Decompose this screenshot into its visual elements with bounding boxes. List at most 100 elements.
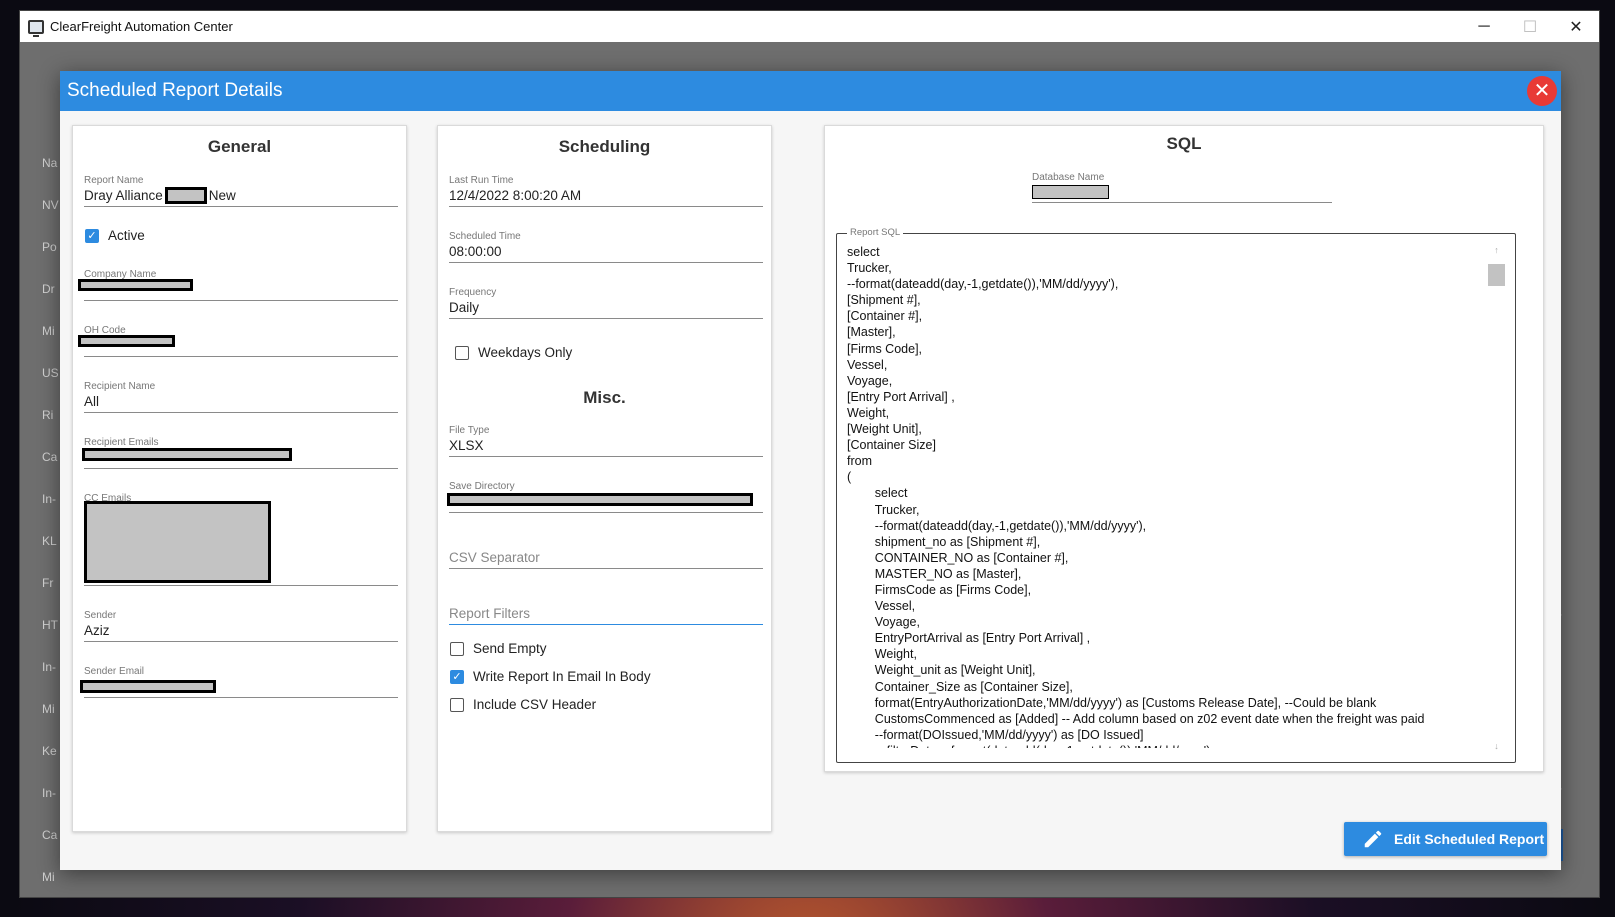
last-run-label: Last Run Time — [449, 175, 514, 186]
close-window-button[interactable]: ✕ — [1553, 11, 1599, 42]
background-list-item: Ca — [42, 828, 58, 842]
last-run-field[interactable]: Last Run Time 12/4/2022 8:00:20 AM — [449, 175, 763, 207]
background-list-item: Dr — [42, 282, 55, 296]
background-list-item: In- — [42, 492, 57, 506]
scheduled-time-field[interactable]: Scheduled Time 08:00:00 — [449, 231, 763, 263]
background-list-item: Mi — [42, 870, 55, 884]
send-empty-checkbox[interactable] — [450, 641, 464, 656]
include-csv-header-row[interactable]: Include CSV Header — [450, 697, 596, 712]
report-filters-placeholder: Report Filters — [449, 606, 531, 621]
window-controls: ─ ☐ ✕ — [1461, 11, 1599, 42]
pencil-icon — [1364, 830, 1382, 848]
sender-email-label: Sender Email — [84, 666, 145, 677]
background-list-item: In- — [42, 660, 57, 674]
file-type-value: XLSX — [449, 438, 484, 453]
close-icon: ✕ — [1533, 80, 1551, 102]
save-directory-field[interactable]: Save Directory — [447, 481, 763, 513]
report-name-label: Report Name — [84, 175, 144, 186]
background-list-item: Ke — [42, 744, 57, 758]
scroll-down-icon[interactable]: ↓ — [1488, 740, 1505, 752]
recipient-emails-label: Recipient Emails — [84, 437, 159, 448]
window-title: ClearFreight Automation Center — [50, 19, 233, 34]
recipient-name-field[interactable]: Recipient Name All — [84, 381, 398, 413]
frequency-value: Daily — [449, 300, 480, 315]
background-list-item: Po — [42, 240, 57, 254]
redacted-block — [80, 680, 216, 693]
active-label: Active — [108, 228, 145, 243]
close-dialog-button[interactable]: ✕ — [1527, 76, 1557, 106]
dialog-header: Scheduled Report Details ✕ — [60, 71, 1561, 111]
write-in-body-checkbox[interactable]: ✓ — [450, 669, 464, 684]
file-type-label: File Type — [449, 425, 490, 436]
csv-separator-field[interactable]: CSV Separator — [449, 543, 763, 569]
send-empty-row[interactable]: Send Empty — [450, 641, 547, 656]
dialog-title: Scheduled Report Details — [67, 80, 283, 101]
background-list-item: Fr — [42, 576, 54, 590]
background-list-item: Mi — [42, 702, 55, 716]
recipient-name-label: Recipient Name — [84, 381, 156, 392]
csv-separator-placeholder: CSV Separator — [449, 550, 540, 565]
sql-card: SQL Database Name Report SQL select Truc… — [824, 125, 1544, 772]
save-directory-label: Save Directory — [449, 481, 515, 492]
frequency-label: Frequency — [449, 287, 497, 298]
redacted-block — [164, 186, 207, 204]
background-list-item: Ri — [42, 408, 54, 422]
scheduled-time-value: 08:00:00 — [449, 244, 502, 259]
database-name-label: Database Name — [1032, 172, 1105, 183]
sql-title: SQL — [1166, 134, 1202, 153]
report-name-suffix: New — [208, 188, 236, 203]
maximize-button[interactable]: ☐ — [1507, 11, 1553, 42]
report-filters-field[interactable]: Report Filters — [449, 599, 763, 625]
database-name-field[interactable]: Database Name — [1032, 172, 1332, 203]
redacted-block — [78, 279, 193, 291]
company-name-field[interactable]: Company Name — [78, 269, 398, 301]
file-type-field[interactable]: File Type XLSX — [449, 425, 763, 457]
edit-scheduled-report-button[interactable]: Edit Scheduled Report — [1344, 822, 1547, 856]
last-run-value: 12/4/2022 8:00:20 AM — [449, 188, 582, 203]
background-list-item: US — [42, 366, 59, 380]
sender-field[interactable]: Sender Aziz — [84, 610, 398, 642]
report-name-field[interactable]: Report Name Dray Alliance New — [84, 175, 398, 207]
background-list-item: Mi — [42, 324, 55, 338]
title-bar: ClearFreight Automation Center ─ ☐ ✕ — [20, 11, 1599, 42]
background-list-item: Na — [42, 156, 58, 170]
scroll-up-icon[interactable]: ↑ — [1488, 244, 1505, 256]
general-title: General — [207, 137, 272, 156]
report-sql-label: Report SQL — [847, 227, 904, 238]
write-in-body-row[interactable]: ✓ Write Report In Email In Body — [450, 669, 651, 684]
include-csv-header-checkbox[interactable] — [450, 697, 464, 712]
scroll-thumb[interactable] — [1488, 264, 1505, 286]
sql-scrollbar[interactable]: ↑ ↓ — [1488, 244, 1505, 752]
redacted-block — [84, 501, 271, 583]
send-empty-label: Send Empty — [473, 641, 547, 656]
active-checkbox-row[interactable]: ✓ Active — [85, 228, 145, 243]
sender-email-field[interactable]: Sender Email — [80, 666, 398, 698]
include-csv-header-label: Include CSV Header — [473, 697, 597, 712]
background-list-item: KL — [42, 534, 57, 548]
report-name-value: Dray Alliance New — [84, 186, 236, 204]
report-sql-field[interactable]: Report SQL select Trucker, --format(date… — [836, 227, 1516, 763]
report-sql-text[interactable]: select Trucker, --format(dateadd(day,-1,… — [847, 244, 1485, 748]
scheduling-card: Scheduling Last Run Time 12/4/2022 8:00:… — [437, 125, 772, 832]
minimize-button[interactable]: ─ — [1461, 11, 1507, 42]
weekdays-only-row[interactable]: Weekdays Only — [455, 345, 572, 360]
oh-code-field[interactable]: OH Code — [78, 325, 398, 357]
weekdays-only-label: Weekdays Only — [478, 345, 573, 360]
misc-title: Misc. — [583, 388, 626, 407]
scheduled-time-label: Scheduled Time — [449, 231, 521, 242]
cc-emails-field[interactable]: CC Emails — [84, 493, 398, 586]
background-left-column: NaNVPoDrMiUSRiCaIn-KLFrHTIn-MiKeIn-CaMiI… — [42, 142, 59, 897]
background-list-item: HT — [42, 618, 58, 632]
frequency-field[interactable]: Frequency Daily — [449, 287, 763, 319]
background-list-item: NV — [42, 198, 59, 212]
recipient-name-value: All — [84, 394, 100, 409]
report-name-prefix: Dray Alliance — [84, 188, 163, 203]
background-list-item: In- — [42, 786, 57, 800]
redacted-block — [78, 335, 175, 347]
background-list-item: Ca — [42, 450, 58, 464]
active-checkbox[interactable]: ✓ — [85, 228, 99, 243]
edit-button-label: Edit Scheduled Report — [1394, 831, 1545, 847]
redacted-block — [1032, 185, 1109, 199]
recipient-emails-field[interactable]: Recipient Emails — [82, 437, 398, 469]
weekdays-only-checkbox[interactable] — [455, 345, 469, 360]
